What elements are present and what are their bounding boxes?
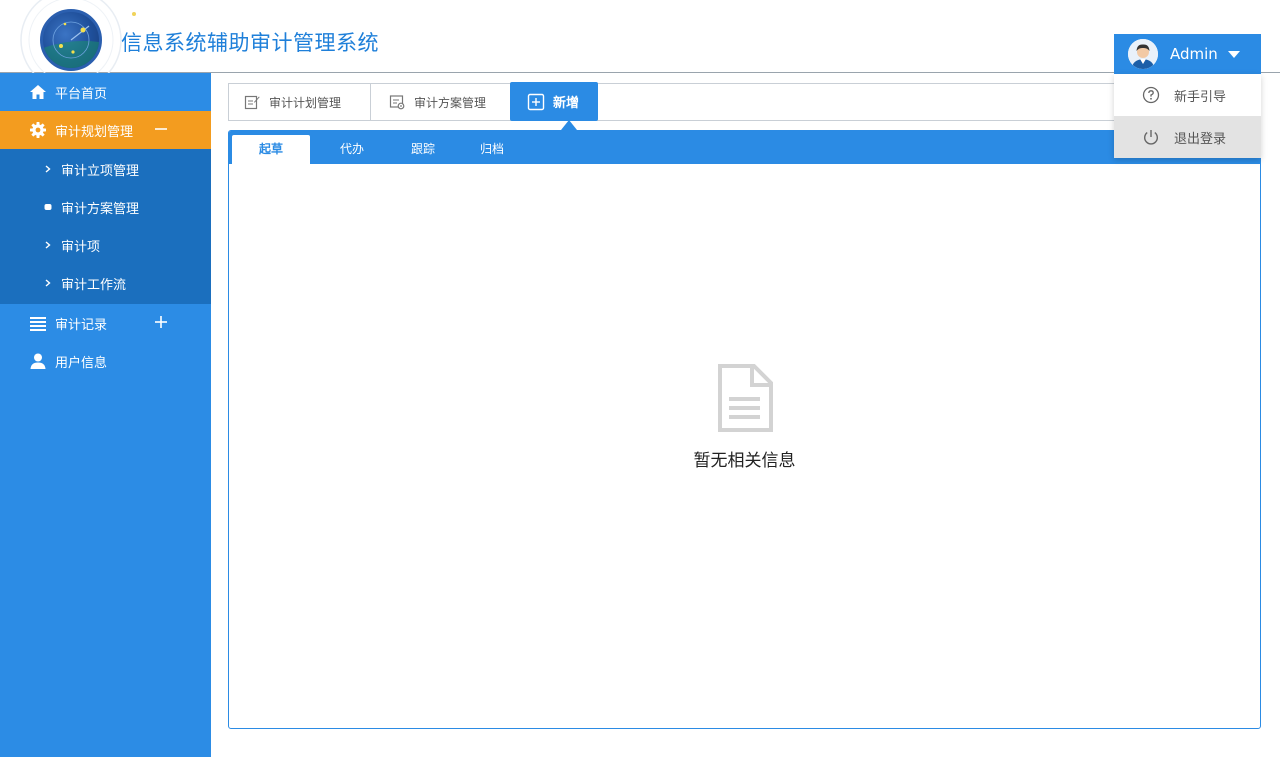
header: 信息系统辅助审计管理系统: [0, 0, 1280, 78]
expand-plus-icon[interactable]: [154, 315, 168, 329]
avatar: [1128, 39, 1158, 69]
sidebar-item-label: 审计规划管理: [55, 124, 134, 140]
tab-tracking[interactable]: 跟踪: [384, 135, 462, 164]
sidebar-subitem-plan[interactable]: 审计方案管理: [0, 188, 211, 226]
list-icon: [30, 317, 46, 331]
add-button-label: 新增: [553, 96, 580, 111]
add-button[interactable]: 新增: [510, 82, 598, 121]
app-title: 信息系统辅助审计管理系统: [121, 31, 379, 55]
sidebar-item-label: 审计记录: [55, 317, 108, 333]
sidebar-subitem-label: 审计立项管理: [61, 163, 140, 179]
audit-scheme-management-button[interactable]: 审计方案管理: [389, 83, 486, 121]
menu-item-logout[interactable]: 退出登录: [1114, 116, 1261, 158]
doc-settings-icon: [389, 95, 405, 110]
add-square-icon: [527, 93, 545, 110]
caret-down-icon: [1227, 50, 1240, 58]
logo: [40, 9, 102, 71]
chevron-right-icon: [45, 241, 51, 249]
toolbar: 审计计划管理 审计方案管理 新增: [228, 82, 1260, 121]
menu-item-guide[interactable]: 新手引导: [1114, 74, 1261, 116]
power-icon: [1144, 130, 1158, 145]
user-icon: [30, 353, 46, 369]
chevron-right-icon: [45, 165, 51, 173]
sidebar-subitem-label: 审计方案管理: [61, 201, 140, 217]
edit-doc-icon: [244, 95, 260, 110]
sidebar-subitem-label: 审计工作流: [61, 277, 127, 293]
empty-state: 暂无相关信息: [229, 364, 1260, 471]
sidebar-item-audit-planning[interactable]: 审计规划管理: [0, 111, 211, 149]
help-circle-icon: [1142, 86, 1160, 104]
home-icon: [30, 85, 46, 99]
toolbar-divider: [370, 84, 371, 120]
sidebar-item-label: 用户信息: [55, 355, 108, 371]
user-menu-button[interactable]: Admin: [1114, 34, 1261, 74]
radar-logo-icon: [43, 21, 99, 68]
menu-item-label: 退出登录: [1174, 131, 1227, 147]
toolbar-button-label: 审计方案管理: [414, 95, 487, 110]
tab-draft[interactable]: 起草: [232, 135, 310, 164]
sidebar-item-home[interactable]: 平台首页: [0, 73, 211, 111]
user-dropdown: 新手引导 退出登录: [1114, 74, 1261, 158]
sidebar: 平台首页 审计规划管理 审计立项管理 审计方案管理 审计项 审计工作流 审计记录…: [0, 73, 211, 757]
audit-plan-management-button[interactable]: 审计计划管理: [244, 83, 341, 121]
document-icon: [717, 364, 773, 432]
submenu: 审计立项管理 审计方案管理 审计项 审计工作流: [0, 149, 211, 304]
toolbar-button-label: 审计计划管理: [269, 95, 342, 110]
active-pointer: [561, 120, 577, 130]
chevron-right-icon: [45, 279, 51, 287]
tab-todo[interactable]: 代办: [313, 135, 391, 164]
gear-icon: [30, 122, 46, 138]
tab-archive[interactable]: 归档: [453, 135, 531, 164]
sidebar-item-audit-records[interactable]: 审计记录: [0, 304, 211, 342]
menu-item-label: 新手引导: [1174, 89, 1227, 105]
sidebar-item-user-info[interactable]: 用户信息: [0, 342, 211, 380]
sidebar-item-label: 平台首页: [55, 86, 108, 102]
user-name: Admin: [1170, 45, 1218, 63]
sidebar-subitem-project[interactable]: 审计立项管理: [0, 150, 211, 188]
collapse-minus-icon[interactable]: [154, 122, 168, 136]
sidebar-subitem-workflow[interactable]: 审计工作流: [0, 264, 211, 302]
empty-message: 暂无相关信息: [693, 451, 796, 471]
bullet-icon: [44, 204, 52, 210]
content-panel: 起草 代办 跟踪 归档 暂无相关信息: [228, 130, 1261, 729]
sidebar-subitem-items[interactable]: 审计项: [0, 226, 211, 264]
sidebar-subitem-label: 审计项: [61, 239, 101, 255]
tab-bar: 起草 代办 跟踪 归档: [229, 131, 1260, 164]
